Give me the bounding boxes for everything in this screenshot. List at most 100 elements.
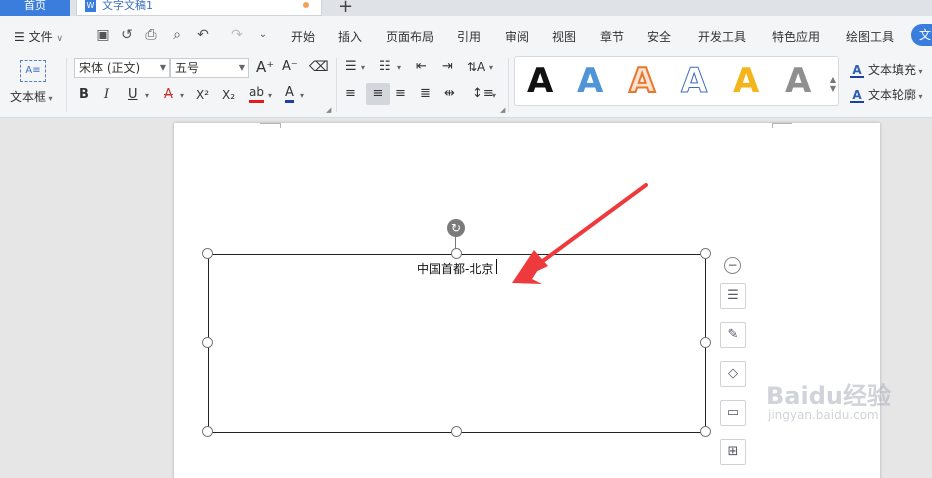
- font-dialog-launcher-icon[interactable]: ◢: [326, 106, 331, 114]
- writer-doc-icon: W: [85, 0, 96, 12]
- chevron-down-icon[interactable]: ▾: [397, 59, 401, 77]
- unsaved-dot-icon: [303, 2, 309, 8]
- font-color-dropdown-icon[interactable]: ▾: [300, 87, 304, 105]
- text-style-gray[interactable]: A: [785, 61, 811, 101]
- align-right-icon[interactable]: ≡: [395, 85, 406, 103]
- grow-font-button[interactable]: A⁺: [256, 58, 274, 76]
- resize-handle-bottom-right[interactable]: [700, 426, 711, 437]
- tab-chapter[interactable]: 章节: [600, 28, 624, 45]
- tab-page-layout[interactable]: 页面布局: [386, 28, 434, 45]
- line-spacing-icon[interactable]: ↕≡: [472, 85, 494, 103]
- margin-marker: [280, 123, 281, 128]
- bold-button[interactable]: B: [79, 86, 89, 104]
- text-style-orange-outline[interactable]: A: [628, 60, 656, 102]
- tab-insert[interactable]: 插入: [338, 28, 362, 45]
- text-outline-button[interactable]: A 文本轮廓 ▾: [850, 86, 923, 103]
- tab-home[interactable]: 首页: [0, 0, 70, 16]
- undo-icon[interactable]: ↶: [194, 26, 212, 44]
- text-direction-icon[interactable]: ⇅A: [467, 58, 485, 76]
- outline-icon[interactable]: ▭: [720, 400, 746, 426]
- resize-handle-bottom[interactable]: [451, 426, 462, 437]
- chevron-down-icon: ▼: [159, 63, 166, 72]
- tab-view[interactable]: 视图: [552, 28, 576, 45]
- tab-text-tools[interactable]: 文: [911, 24, 932, 46]
- highlight-dropdown-icon[interactable]: ▾: [268, 87, 272, 105]
- customize-toolbar-icon[interactable]: ⌄: [254, 26, 272, 44]
- chevron-down-icon[interactable]: ▾: [492, 87, 496, 105]
- title-bar: 首页 W 文字文稿1 +: [0, 0, 932, 17]
- resize-handle-top-right[interactable]: [700, 248, 711, 259]
- divider: [336, 58, 337, 112]
- paragraph-dialog-launcher-icon[interactable]: ◢: [500, 106, 505, 114]
- save-icon[interactable]: ▣: [94, 26, 112, 44]
- tab-review[interactable]: 审阅: [505, 28, 529, 45]
- tab-special-apps[interactable]: 特色应用: [772, 28, 820, 45]
- resize-handle-right[interactable]: [700, 337, 711, 348]
- increase-indent-icon[interactable]: ⇥: [442, 58, 453, 76]
- tab-references[interactable]: 引用: [457, 28, 481, 45]
- numbered-list-icon[interactable]: ☷: [379, 58, 391, 76]
- subscript-button[interactable]: X₂: [222, 86, 235, 104]
- shrink-font-button[interactable]: A⁻: [282, 58, 298, 76]
- underline-dropdown-icon[interactable]: ▾: [145, 87, 149, 105]
- align-left-icon[interactable]: ≡: [345, 85, 356, 103]
- shape-style-brush-icon[interactable]: ✎: [720, 322, 746, 348]
- selected-textbox[interactable]: [208, 254, 706, 433]
- print-preview-icon[interactable]: ⌕: [168, 26, 186, 44]
- rotate-handle-icon[interactable]: ↻: [447, 219, 465, 237]
- margin-marker: [772, 123, 773, 128]
- bullet-list-icon[interactable]: ☰: [345, 58, 357, 76]
- font-color-button[interactable]: A: [285, 85, 294, 103]
- gallery-more-icon[interactable]: ▲ ▼: [830, 75, 836, 93]
- textbox-icon[interactable]: A≡: [20, 60, 46, 82]
- text-fill-label: 文本填充: [868, 63, 917, 77]
- tab-document[interactable]: W 文字文稿1: [76, 0, 322, 16]
- italic-button[interactable]: I: [104, 86, 109, 104]
- clear-format-eraser-icon[interactable]: ⌫: [309, 58, 329, 76]
- margin-marker: [772, 123, 792, 124]
- strikethrough-button[interactable]: A: [164, 86, 173, 104]
- decrease-indent-icon[interactable]: ⇤: [416, 58, 427, 76]
- chevron-down-icon: ▾: [916, 92, 923, 101]
- tab-start[interactable]: 开始: [291, 28, 315, 45]
- text-wrap-layout-icon[interactable]: ☰: [720, 283, 746, 309]
- superscript-button[interactable]: X²: [196, 86, 209, 104]
- collapse-toolbar-icon[interactable]: −: [724, 257, 741, 274]
- font-size-select[interactable]: 五号 ▼: [170, 58, 249, 78]
- distributed-align-icon[interactable]: ⇹: [444, 85, 455, 103]
- tab-developer-tools[interactable]: 开发工具: [698, 28, 746, 45]
- redo-icon[interactable]: ↷: [228, 26, 246, 44]
- text-style-blue[interactable]: A: [577, 61, 603, 101]
- resize-handle-bottom-left[interactable]: [202, 426, 213, 437]
- textbox-button[interactable]: 文本框 ▾: [10, 88, 53, 108]
- resize-handle-top-left[interactable]: [202, 248, 213, 259]
- tab-drawing-tools[interactable]: 绘图工具: [846, 28, 894, 45]
- align-center-icon[interactable]: ≡: [366, 83, 390, 105]
- chevron-down-icon[interactable]: ▾: [489, 59, 493, 77]
- margin-marker: [260, 123, 280, 124]
- document-tab-title: 文字文稿1: [102, 0, 153, 12]
- watermark-main: Baidu经验: [766, 382, 891, 410]
- highlight-button[interactable]: ab: [249, 85, 264, 103]
- text-style-black[interactable]: A: [527, 61, 553, 101]
- export-icon[interactable]: ↺: [118, 26, 136, 44]
- file-menu-label: 文件: [28, 30, 53, 44]
- new-tab-button[interactable]: +: [338, 0, 353, 17]
- file-menu[interactable]: ☰ 文件 ∨: [14, 28, 63, 45]
- chevron-down-icon[interactable]: ▾: [361, 59, 365, 77]
- fill-bucket-icon[interactable]: ◇: [720, 361, 746, 387]
- resize-handle-top[interactable]: [451, 248, 462, 259]
- tab-security[interactable]: 安全: [647, 28, 671, 45]
- textbox-content[interactable]: 中国首都-北京: [417, 260, 493, 277]
- chevron-down-icon: ▾: [46, 94, 53, 103]
- print-icon[interactable]: ⎙: [142, 26, 160, 44]
- text-fill-button[interactable]: A 文本填充 ▾: [850, 61, 923, 78]
- text-style-blue-outline[interactable]: A: [680, 61, 707, 102]
- text-style-gold[interactable]: A: [733, 61, 759, 101]
- layout-options-icon[interactable]: ⊞: [720, 439, 746, 465]
- font-name-select[interactable]: 宋体 (正文) ▼: [74, 58, 170, 78]
- strikethrough-dropdown-icon[interactable]: ▾: [180, 87, 184, 105]
- resize-handle-left[interactable]: [202, 337, 213, 348]
- justify-icon[interactable]: ≣: [420, 85, 431, 103]
- underline-button[interactable]: U: [128, 86, 138, 104]
